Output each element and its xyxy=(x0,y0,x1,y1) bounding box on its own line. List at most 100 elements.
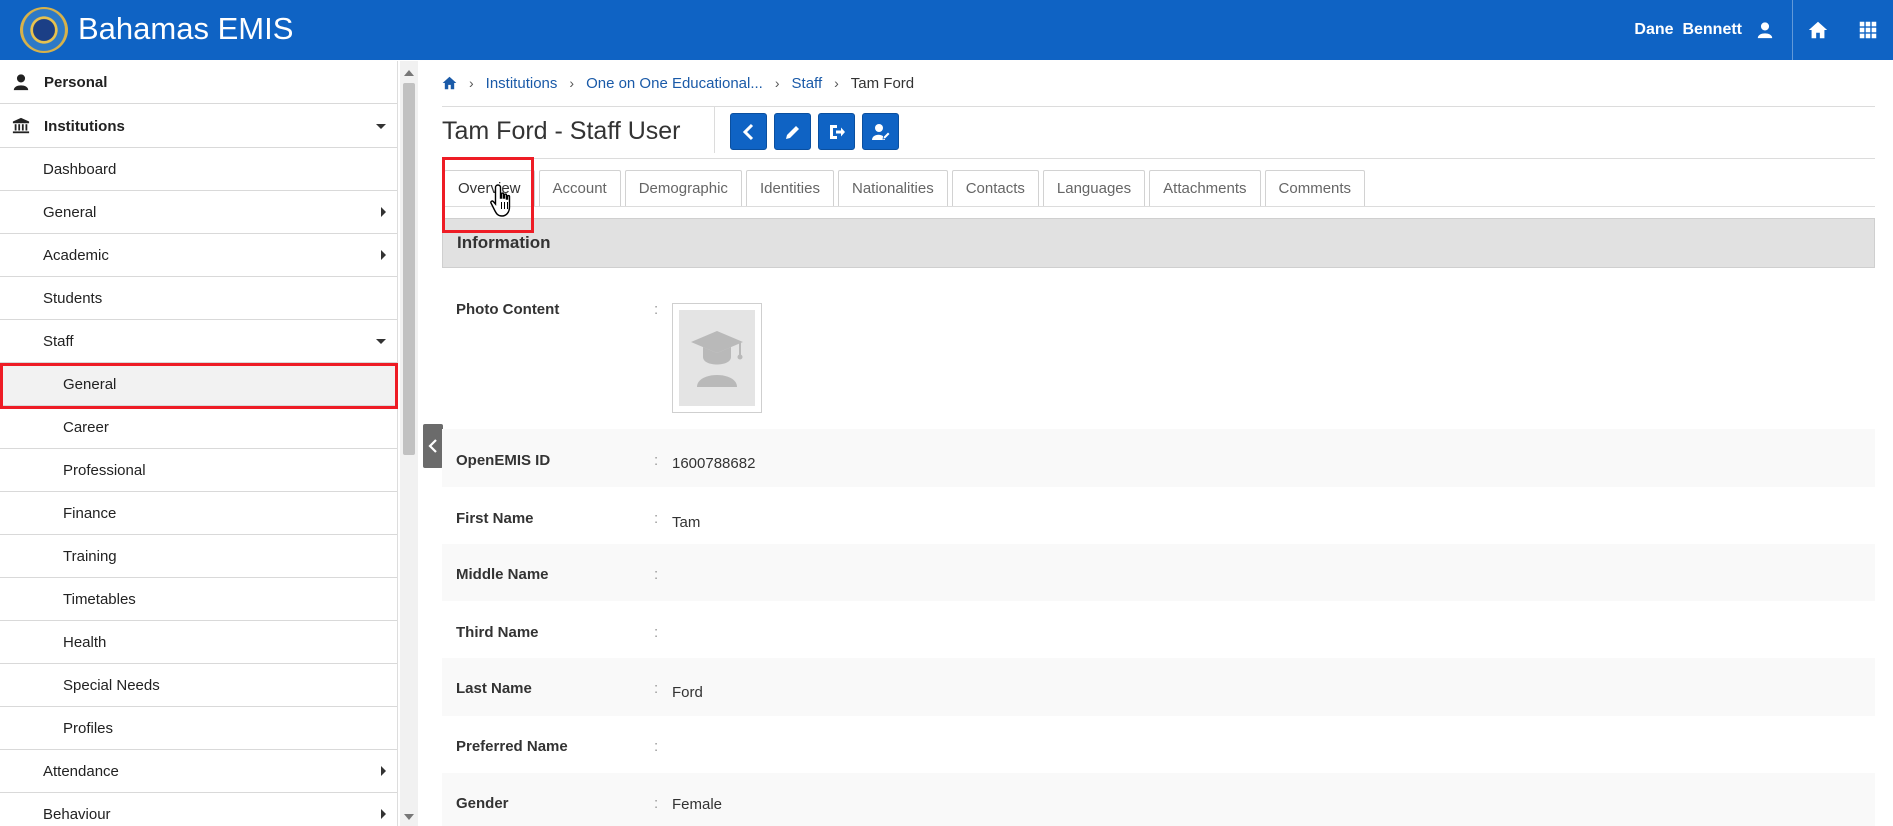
field-label: Last Name xyxy=(456,680,532,697)
user-edit-button[interactable] xyxy=(862,113,899,150)
app-title[interactable]: Bahamas EMIS xyxy=(78,9,293,49)
edit-button[interactable] xyxy=(774,113,811,150)
field-value: 1600788682 xyxy=(672,455,756,472)
field-colon: : xyxy=(654,624,659,641)
sidebar-item-timetables[interactable]: Timetables xyxy=(0,578,397,621)
photo-placeholder xyxy=(679,310,755,406)
tab-languages[interactable]: Languages xyxy=(1042,170,1146,206)
divider xyxy=(442,206,1875,207)
breadcrumb: › Institutions › One on One Educational.… xyxy=(442,73,914,93)
sidebar-item-students[interactable]: Students xyxy=(0,277,397,320)
breadcrumb-staff[interactable]: Staff xyxy=(792,75,823,92)
tab-contacts[interactable]: Contacts xyxy=(951,170,1039,206)
field-colon: : xyxy=(654,301,659,318)
user-icon xyxy=(13,74,29,91)
sidebar-item-label: Career xyxy=(63,418,109,436)
user-name[interactable]: Dane Bennett xyxy=(1634,21,1742,39)
hand-cursor-icon xyxy=(490,184,511,217)
sidebar-item-personal[interactable]: Personal xyxy=(0,61,397,104)
sidebar-item-training[interactable]: Training xyxy=(0,535,397,578)
sidebar-item-profiles[interactable]: Profiles xyxy=(0,707,397,750)
sign-out-icon xyxy=(829,124,845,139)
sidebar-item-behaviour[interactable]: Behaviour xyxy=(0,793,397,826)
user-icon[interactable] xyxy=(1756,21,1774,39)
user-edit-icon xyxy=(871,123,891,140)
sidebar-item-label: Health xyxy=(63,633,107,651)
field-label: Preferred Name xyxy=(456,738,568,755)
chevron-down-icon xyxy=(376,124,386,129)
field-value: Female xyxy=(672,796,723,813)
breadcrumb-institution-name[interactable]: One on One Educational... xyxy=(586,75,763,92)
sidebar-item-label: General xyxy=(63,375,117,393)
sidebar-item-health[interactable]: Health xyxy=(0,621,397,664)
sidebar-item-staff-general[interactable]: General xyxy=(0,363,397,406)
chevron-right-icon xyxy=(381,766,386,776)
field-colon: : xyxy=(654,566,659,583)
sidebar-item-label: Dashboard xyxy=(43,160,117,178)
chevron-left-icon xyxy=(742,123,753,140)
tab-nationalities[interactable]: Nationalities xyxy=(837,170,948,206)
tab-account[interactable]: Account xyxy=(538,170,621,206)
sidebar-item-label: General xyxy=(43,203,97,221)
info-row-first-name: First Name : Tam xyxy=(442,487,1875,544)
apps-button[interactable] xyxy=(1843,0,1893,60)
chevron-right-icon xyxy=(381,250,386,260)
sidebar-item-special-needs[interactable]: Special Needs xyxy=(0,664,397,707)
sidebar-item-finance[interactable]: Finance xyxy=(0,492,397,535)
sidebar-item-general[interactable]: General xyxy=(0,191,397,234)
info-row-preferred-name: Preferred Name : xyxy=(442,716,1875,773)
divider xyxy=(442,158,1875,159)
top-bar: Bahamas EMIS Dane Bennett xyxy=(0,0,1893,60)
sidebar-item-label-wrap: Personal xyxy=(0,73,107,91)
sidebar-item-career[interactable]: Career xyxy=(0,406,397,449)
graduate-avatar-icon xyxy=(691,331,743,387)
sidebar-item-academic[interactable]: Academic xyxy=(0,234,397,277)
tab-identities[interactable]: Identities xyxy=(745,170,834,206)
field-label: Middle Name xyxy=(456,566,549,583)
sidebar-item-label: Institutions xyxy=(44,117,125,135)
sidebar-item-professional[interactable]: Professional xyxy=(0,449,397,492)
grid-icon xyxy=(1859,21,1877,39)
sidebar-collapse-button[interactable] xyxy=(423,424,443,468)
scroll-thumb[interactable] xyxy=(403,83,415,455)
scroll-down-icon[interactable] xyxy=(404,814,414,820)
breadcrumb-separator: › xyxy=(774,75,780,91)
action-toolbar xyxy=(730,113,899,150)
breadcrumb-separator: › xyxy=(834,75,839,91)
sidebar-item-label: Timetables xyxy=(63,590,136,608)
breadcrumb-institutions[interactable]: Institutions xyxy=(486,75,558,92)
info-row-photo: Photo Content : xyxy=(442,291,1875,421)
top-right-controls: Dane Bennett xyxy=(1634,0,1893,60)
sidebar-item-label: Professional xyxy=(63,461,146,479)
sidebar-item-institutions[interactable]: Institutions xyxy=(0,105,397,148)
home-icon[interactable] xyxy=(442,76,457,90)
sidebar-item-attendance[interactable]: Attendance xyxy=(0,750,397,793)
breadcrumb-separator: › xyxy=(469,75,474,91)
export-button[interactable] xyxy=(818,113,855,150)
sidebar-item-dashboard[interactable]: Dashboard xyxy=(0,148,397,191)
photo-frame xyxy=(672,303,762,413)
pencil-icon xyxy=(785,125,799,139)
sidebar-item-label: Personal xyxy=(44,73,108,91)
field-colon: : xyxy=(654,738,659,755)
sidebar-item-staff[interactable]: Staff xyxy=(0,320,397,363)
back-button[interactable] xyxy=(730,113,767,150)
user-last-name: Bennett xyxy=(1682,21,1742,38)
field-label: First Name xyxy=(456,510,534,527)
field-label: Third Name xyxy=(456,624,539,641)
tab-comments[interactable]: Comments xyxy=(1264,170,1366,206)
sidebar-item-label: Special Needs xyxy=(63,676,160,694)
tab-demographic[interactable]: Demographic xyxy=(624,170,742,206)
sidebar-item-label: Attendance xyxy=(43,762,119,780)
field-value: Ford xyxy=(672,684,703,701)
field-value: Tam xyxy=(672,514,701,531)
logo-icon[interactable] xyxy=(20,7,68,53)
breadcrumb-separator: › xyxy=(569,75,575,91)
home-button[interactable] xyxy=(1793,0,1843,60)
chevron-right-icon xyxy=(381,207,386,217)
scroll-up-icon[interactable] xyxy=(404,70,414,76)
tab-attachments[interactable]: Attachments xyxy=(1149,170,1261,206)
info-row-openemis-id: OpenEMIS ID : 1600788682 xyxy=(442,429,1875,487)
sidebar-scrollbar[interactable] xyxy=(400,61,418,826)
sidebar: Personal Institutions Dashboard General … xyxy=(0,61,398,826)
